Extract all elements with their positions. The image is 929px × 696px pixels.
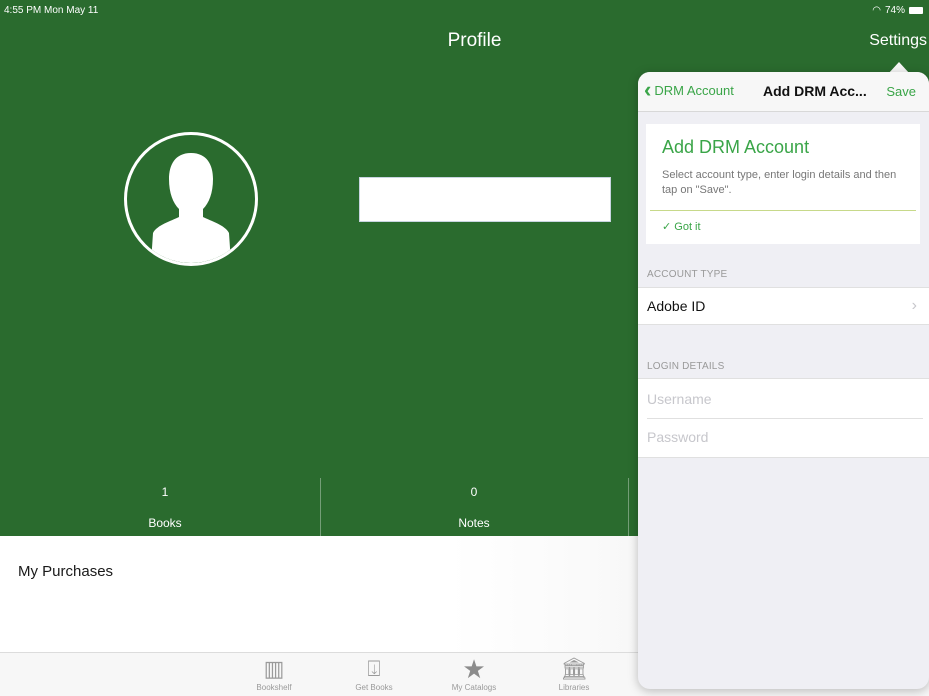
login-separator [647,418,923,419]
settings-button[interactable]: Settings [869,32,927,50]
tab-label: Libraries [558,683,590,692]
notes-stat[interactable]: 0 Notes [320,478,628,536]
notes-label: Notes [458,516,490,530]
star-icon: ★ [462,654,486,684]
download-icon: ⍗ [367,656,381,681]
avatar[interactable] [124,132,258,266]
battery-percent: 74% [884,5,905,16]
library-icon: 🏛 [560,656,588,681]
account-type-header: ACCOUNT TYPE [647,269,728,280]
chevron-right-icon: › [911,297,917,314]
got-it-button[interactable]: ✓ Got it [662,220,701,233]
login-details-header: LOGIN DETAILS [647,361,725,372]
info-card: Add DRM Account Select account type, ent… [646,124,920,244]
save-button[interactable]: Save [886,84,916,99]
username-input[interactable] [647,388,917,410]
chevron-left-icon: ‹ [644,77,652,102]
back-button[interactable]: ‹ DRM Account [644,77,734,102]
back-label: DRM Account [654,82,734,98]
tab-label: Bookshelf [256,683,292,692]
status-bar: 4:55 PM Mon May 11 ◠ 74% [0,0,929,20]
notes-count: 0 [470,485,478,499]
battery-icon [909,7,923,14]
password-input[interactable] [647,426,917,448]
tab-my-catalogs[interactable]: ★ My Catalogs [439,655,509,692]
tab-label: Get Books [355,683,393,692]
account-type-value: Adobe ID [647,298,706,314]
status-indicators: ◠ 74% [872,5,923,16]
tab-get-books[interactable]: ⍗ Get Books [339,655,409,692]
user-silhouette-icon [151,153,231,263]
status-time: 4:55 PM Mon May 11 [4,5,99,16]
tab-label: My Catalogs [451,683,497,692]
wifi-icon: ◠ [872,5,881,16]
info-text: Select account type, enter login details… [662,169,897,196]
profile-name-field[interactable] [359,177,611,222]
stat-divider [628,478,629,536]
tab-bookshelf[interactable]: ▥ Bookshelf [239,655,309,692]
info-title: Add DRM Account [662,137,810,157]
purchases-title: My Purchases [18,563,114,580]
info-divider [650,210,916,211]
account-type-row[interactable]: Adobe ID › [638,287,929,325]
tab-libraries[interactable]: 🏛 Libraries [539,655,609,692]
bookshelf-icon: ▥ [263,656,285,681]
books-label: Books [148,516,182,530]
add-drm-account-popover: ‹ DRM Account Add DRM Acc... Save Add DR… [638,72,929,689]
books-stat[interactable]: 1 Books [10,478,320,536]
popover-nav-bar: ‹ DRM Account Add DRM Acc... Save [638,72,929,112]
page-title: Profile [447,30,502,51]
books-count: 1 [161,485,169,499]
popover-title: Add DRM Acc... [763,83,867,99]
login-details-box [638,378,929,458]
